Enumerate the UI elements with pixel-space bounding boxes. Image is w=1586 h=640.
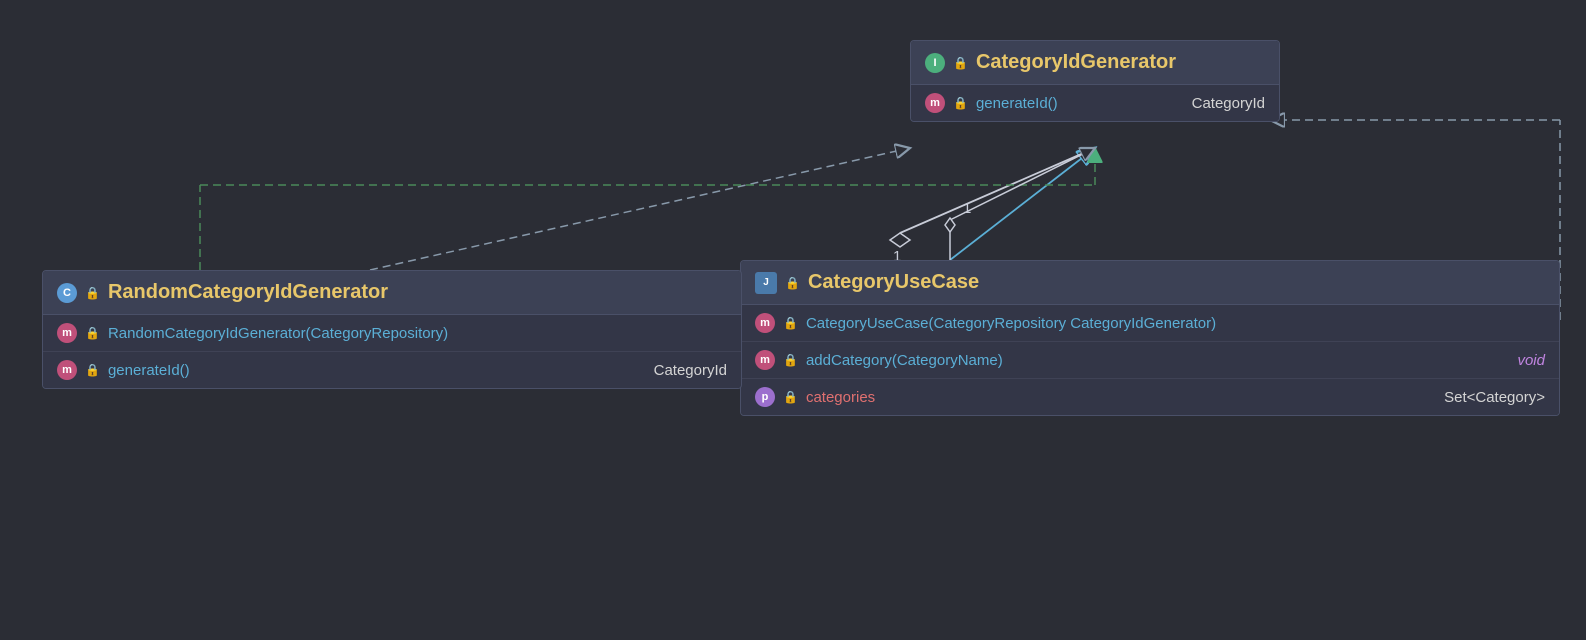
class-badge: C (57, 283, 77, 303)
add-category-row: m 🔒 addCategory(CategoryName) void (741, 342, 1559, 379)
category-use-case-header: J 🔒 CategoryUseCase (741, 261, 1559, 305)
categories-field: categories (806, 389, 1436, 406)
add-category-method: addCategory(CategoryName) (806, 352, 1510, 369)
random-constructor-row: m 🔒 RandomCategoryIdGenerator(CategoryRe… (43, 315, 741, 352)
random-generator-header: C 🔒 RandomCategoryIdGenerator (43, 271, 741, 315)
constructor-method: CategoryUseCase(CategoryRepository Categ… (806, 315, 1545, 332)
generate-id-return: CategoryId (1192, 95, 1265, 112)
category-id-generator-box: I 🔒 CategoryIdGenerator m 🔒 generateId()… (910, 40, 1280, 122)
lock-icon-7: 🔒 (85, 286, 100, 300)
java-badge: J (755, 272, 777, 294)
category-id-generator-body: m 🔒 generateId() CategoryId (911, 85, 1279, 121)
random-generator-body: m 🔒 RandomCategoryIdGenerator(CategoryRe… (43, 315, 741, 388)
random-generate-id-row: m 🔒 generateId() CategoryId (43, 352, 741, 388)
categories-row: p 🔒 categories Set<Category> (741, 379, 1559, 415)
random-constructor-method: RandomCategoryIdGenerator(CategoryReposi… (108, 325, 727, 342)
diagram-canvas: CategoryIdGenerator (top interface impl)… (0, 0, 1586, 640)
category-use-case-body: m 🔒 CategoryUseCase(CategoryRepository C… (741, 305, 1559, 415)
lock-icon-8: 🔒 (85, 326, 100, 340)
lock-icon-1: 🔒 (953, 56, 968, 70)
random-generate-id-method: generateId() (108, 362, 646, 379)
category-id-generator-title: CategoryIdGenerator (976, 51, 1176, 74)
method-badge-1: m (925, 93, 945, 113)
random-category-id-generator-box: C 🔒 RandomCategoryIdGenerator m 🔒 Random… (42, 270, 742, 389)
method-badge-2: m (755, 313, 775, 333)
lock-icon-5: 🔒 (783, 353, 798, 367)
field-badge-1: p (755, 387, 775, 407)
add-category-return: void (1517, 352, 1545, 369)
interface-badge: I (925, 53, 945, 73)
lock-icon-3: 🔒 (785, 276, 800, 290)
lock-icon-9: 🔒 (85, 363, 100, 377)
lock-icon-2: 🔒 (953, 96, 968, 110)
constructor-row: m 🔒 CategoryUseCase(CategoryRepository C… (741, 305, 1559, 342)
lock-icon-4: 🔒 (783, 316, 798, 330)
category-id-generator-header: I 🔒 CategoryIdGenerator (911, 41, 1279, 85)
generate-id-method: generateId() (976, 95, 1184, 112)
random-generator-title: RandomCategoryIdGenerator (108, 281, 388, 304)
method-badge-5: m (57, 360, 77, 380)
lock-icon-6: 🔒 (783, 390, 798, 404)
category-use-case-box: J 🔒 CategoryUseCase m 🔒 CategoryUseCase(… (740, 260, 1560, 416)
method-badge-4: m (57, 323, 77, 343)
generate-id-row: m 🔒 generateId() CategoryId (911, 85, 1279, 121)
random-generate-id-return: CategoryId (654, 362, 727, 379)
method-badge-3: m (755, 350, 775, 370)
label-association-1a: 1 (963, 200, 971, 217)
category-use-case-title: CategoryUseCase (808, 271, 979, 294)
categories-return: Set<Category> (1444, 389, 1545, 406)
